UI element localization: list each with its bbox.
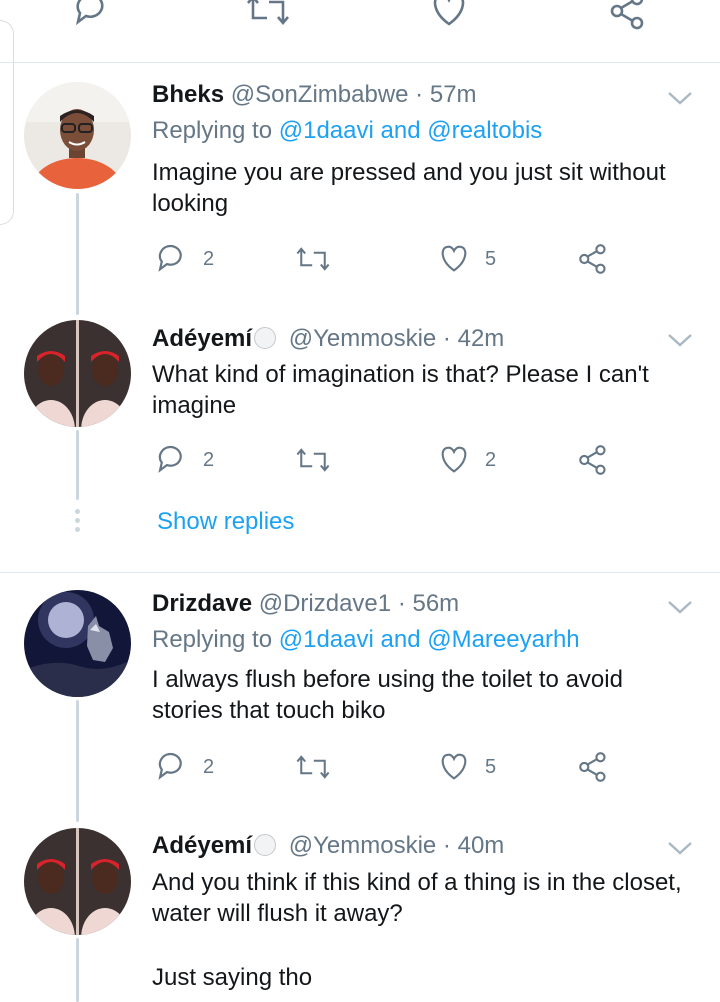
retweet-icon [296, 247, 330, 271]
timestamp[interactable]: 40m [458, 832, 505, 859]
tweet-text-continued: Just saying tho [152, 964, 313, 991]
tweet-text: What kind of imagination is that? Please… [152, 361, 649, 419]
share-icon[interactable] [608, 0, 650, 32]
author-name[interactable]: Drizdave [152, 590, 252, 617]
chevron-down-icon[interactable] [666, 597, 694, 617]
like-icon [441, 245, 467, 272]
reply-icon [158, 244, 182, 272]
tweet-header: Adéyemí @Yemmoskie · 40m [152, 831, 504, 861]
reply-count: 2 [203, 247, 215, 270]
share-button[interactable] [577, 443, 611, 477]
retweet-icon[interactable] [245, 0, 291, 30]
author-name[interactable]: Bheks [152, 81, 224, 108]
chevron-down-icon[interactable] [666, 838, 694, 858]
author-handle[interactable]: @Yemmoskie [289, 325, 437, 352]
tweet-header: Bheks @SonZimbabwe · 57m [152, 80, 477, 110]
tweet-text: And you think if this kind of a thing is… [152, 869, 682, 927]
like-icon[interactable] [428, 0, 470, 30]
chevron-down-icon[interactable] [666, 330, 694, 350]
timestamp[interactable]: 42m [458, 325, 505, 352]
replying-to: Replying to @1daavi and @Mareeyarhh [152, 625, 580, 655]
show-replies-link[interactable]: Show replies [157, 507, 294, 537]
author-handle[interactable]: @Yemmoskie [289, 832, 437, 859]
reply-icon[interactable] [72, 0, 112, 30]
divider [0, 62, 720, 63]
separator: · [397, 590, 406, 617]
share-icon [579, 244, 606, 274]
retweet-icon [296, 448, 330, 472]
reply-count: 2 [203, 755, 215, 778]
retweet-button[interactable] [295, 750, 331, 784]
reply-button[interactable]: 2 [155, 443, 214, 477]
share-icon [579, 752, 606, 782]
chevron-down-icon[interactable] [666, 88, 694, 108]
like-button[interactable]: 5 [437, 242, 496, 276]
separator: · [415, 81, 424, 108]
avatar[interactable] [24, 590, 131, 697]
like-button[interactable]: 2 [437, 443, 496, 477]
thread-line [76, 193, 79, 315]
reply-count: 2 [203, 448, 215, 471]
thread-line [76, 430, 79, 500]
separator: · [442, 325, 451, 352]
author-handle[interactable]: @Drizdave1 [259, 590, 391, 617]
avatar[interactable] [24, 828, 131, 935]
tweet-text: I always flush before using the toilet t… [152, 666, 623, 724]
replying-mentions[interactable]: @1daavi and @realtobis [279, 117, 543, 144]
share-button[interactable] [577, 750, 611, 784]
avatar[interactable] [24, 82, 131, 189]
retweet-button[interactable] [295, 242, 331, 276]
tweet-text: Imagine you are pressed and you just sit… [152, 159, 666, 217]
reply-button[interactable]: 2 [155, 750, 214, 784]
replying-prefix: Replying to [152, 626, 273, 653]
thread-line [76, 700, 79, 822]
avatar[interactable] [24, 320, 131, 427]
emoji-circle-icon [254, 834, 277, 856]
reply-button[interactable]: 2 [155, 242, 214, 276]
share-icon [579, 445, 606, 475]
tweet-actions: 2 5 [155, 242, 625, 282]
tweet-header: Drizdave @Drizdave1 · 56m [152, 589, 459, 619]
emoji-circle-icon [254, 327, 277, 349]
like-button[interactable]: 5 [437, 750, 496, 784]
replying-to: Replying to @1daavi and @realtobis [152, 116, 542, 146]
divider [0, 572, 720, 573]
reply-icon [158, 445, 182, 473]
side-tab [0, 20, 14, 225]
previous-tweet-actions [0, 0, 720, 60]
like-icon [441, 446, 467, 473]
author-name[interactable]: Adéyemí [152, 325, 252, 352]
like-icon [441, 753, 467, 780]
replying-prefix: Replying to [152, 117, 273, 144]
tweet-header: Adéyemí @Yemmoskie · 42m [152, 324, 504, 354]
reply-icon [158, 752, 182, 780]
tweet-actions: 2 2 [155, 443, 625, 483]
retweet-icon [296, 755, 330, 779]
thread-dots [75, 509, 80, 536]
timestamp[interactable]: 57m [430, 81, 477, 108]
timestamp[interactable]: 56m [412, 590, 459, 617]
separator: · [442, 832, 451, 859]
thread-line [76, 938, 79, 1002]
like-count: 5 [485, 247, 497, 270]
tweet-actions: 2 5 [155, 750, 625, 790]
author-name[interactable]: Adéyemí [152, 832, 252, 859]
like-count: 5 [485, 755, 497, 778]
retweet-button[interactable] [295, 443, 331, 477]
replying-mentions[interactable]: @1daavi and @Mareeyarhh [279, 626, 580, 653]
author-handle[interactable]: @SonZimbabwe [231, 81, 409, 108]
share-button[interactable] [577, 242, 611, 276]
like-count: 2 [485, 448, 497, 471]
